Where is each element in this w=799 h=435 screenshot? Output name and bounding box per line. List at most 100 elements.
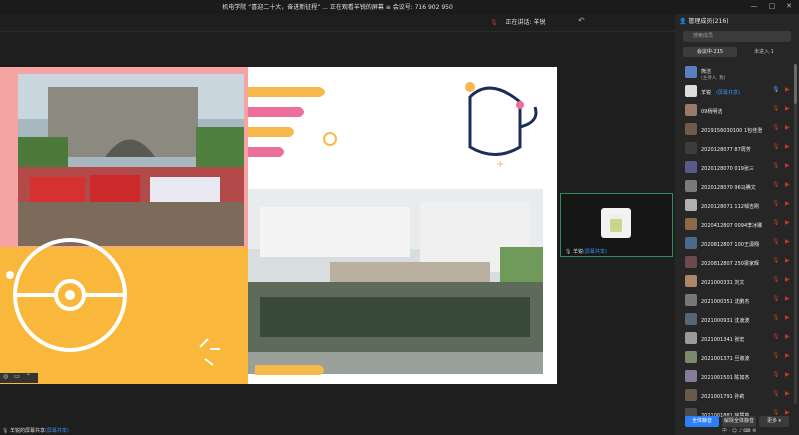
member-row[interactable]: 2021000931 沈凌波 🎙 ▶ [675,310,799,329]
mic-muted-icon[interactable]: 🎙 [772,143,780,150]
close-button[interactable]: ✕ [782,1,796,12]
member-row[interactable]: 2020812807 250梁家辉 🎙 ▶ [675,253,799,272]
shared-slide-graphic: + [0,67,557,384]
member-row[interactable]: 2020128077 87周芳 🎙 ▶ [675,139,799,158]
panel-title: 管理成员(216) [688,18,729,25]
avatar [685,142,697,154]
member-name: 2021001341 张宏 [701,337,745,343]
member-row[interactable]: 2020128070 96马腾文 🎙 ▶ [675,177,799,196]
input-method-bar: 中 · ☺ ♪ ⌨ ⚙ [722,428,757,434]
member-row[interactable]: 2020128070 019张三 🎙 ▶ [675,158,799,177]
shared-screen: + [0,67,557,384]
member-role: (主持人, 我) [701,76,726,81]
tab-in-meeting[interactable]: 会议中·215 [683,47,737,57]
member-tag: (屏幕共享) [716,90,740,96]
member-row[interactable]: 09杨明洁 🎙 ▶ [675,101,799,120]
video-off-icon[interactable]: ▶ [785,143,790,150]
video-off-icon[interactable]: ▶ [785,352,790,359]
mic-muted-icon[interactable]: 🎙 [772,390,780,397]
more-button[interactable]: 更多 ▾ [759,416,789,427]
member-row[interactable]: 2021000331 刘文 🎙 ▶ [675,272,799,291]
member-row[interactable]: 2020812807 100王潇翔 🎙 ▶ [675,234,799,253]
avatar [685,237,697,249]
mic-icon: 🎙 [565,249,572,255]
mic-muted-icon[interactable]: 🎙 [772,86,780,93]
video-off-icon[interactable]: ▶ [785,124,790,131]
scrollbar[interactable] [794,64,797,404]
video-off-icon[interactable]: ▶ [785,238,790,245]
mic-muted-icon[interactable]: 🎙 [772,333,780,340]
video-off-icon[interactable]: ▶ [785,314,790,321]
avatar [685,104,697,116]
mic-muted-icon[interactable]: 🎙 [772,295,780,302]
member-row[interactable]: 熊洁 (主持人, 我) [675,63,799,82]
member-name: 2020128070 96马腾文 [701,185,756,191]
members-panel: 👤 管理成员(216) 搜索成员 会议中·215 未进入·1 熊洁 (主持人, 我… [675,14,799,435]
video-off-icon[interactable]: ▶ [785,181,790,188]
mic-muted-icon[interactable]: 🎙 [772,124,780,131]
minimize-button[interactable]: — [747,1,761,12]
scrollbar-thumb[interactable] [794,64,797,104]
video-off-icon[interactable]: ▶ [785,295,790,302]
member-row[interactable]: 2020128071 112邹吉刚 🎙 ▶ [675,196,799,215]
member-name: 2020812807 100王潇翔 [701,242,759,248]
mic-muted-icon[interactable]: 🎙 [772,352,780,359]
avatar [685,275,697,287]
video-off-icon[interactable]: ▶ [785,219,790,226]
video-off-icon[interactable]: ▶ [785,86,790,93]
mic-muted-icon[interactable]: 🎙 [772,257,780,264]
mic-muted-icon[interactable]: 🎙 [772,181,780,188]
avatar [685,313,697,325]
share-toolbar-icon-3[interactable]: ⌃ [26,373,31,380]
member-name: 2020128070 019张三 [701,166,754,172]
video-tile[interactable]: 🎙 羊锐(屏幕共享) [560,193,673,257]
share-toolbar-icon-2[interactable]: ▭ [14,373,20,380]
mic-muted-icon[interactable]: 🎙 [772,200,780,207]
video-off-icon[interactable]: ▶ [785,276,790,283]
mic-muted-icon[interactable]: 🎙 [772,238,780,245]
mic-muted-icon: 🎙 [490,19,498,26]
video-off-icon[interactable]: ▶ [785,333,790,340]
undo-icon[interactable]: ↶ [578,16,585,25]
avatar [685,218,697,230]
mic-muted-icon[interactable]: 🎙 [772,409,780,416]
member-row[interactable]: 2021001371 旦淑波 🎙 ▶ [675,348,799,367]
video-off-icon[interactable]: ▶ [785,409,790,416]
window-title: 机电学院 “喜迎二十大，奋进新征程” ... 正在观看羊锐的屏幕 ≡ 会议号: … [222,4,453,11]
tab-not-joined[interactable]: 未进入·1 [737,47,791,57]
member-name: 2019156030100 1包佳澄 [701,128,763,134]
mic-muted-icon[interactable]: 🎙 [772,105,780,112]
mic-muted-icon[interactable]: 🎙 [772,219,780,226]
avatar [685,294,697,306]
avatar [685,370,697,382]
share-toolbar-icon-1[interactable]: ◎ [3,373,8,380]
member-name: 2021000931 沈凌波 [701,318,750,324]
member-name: 2021001791 孙莉 [701,394,745,400]
video-off-icon[interactable]: ▶ [785,200,790,207]
video-off-icon[interactable]: ▶ [785,257,790,264]
member-row[interactable]: 2021001501 陈如杰 🎙 ▶ [675,367,799,386]
video-off-icon[interactable]: ▶ [785,105,790,112]
member-row[interactable]: 2021000351 沈鹏杰 🎙 ▶ [675,291,799,310]
member-name: 2020128077 87周芳 [701,147,751,153]
video-tile-name: 羊锐 [572,249,583,255]
mic-muted-icon[interactable]: 🎙 [772,276,780,283]
member-row[interactable]: 2020412807 0094李冰娜 🎙 ▶ [675,215,799,234]
mic-muted-icon[interactable]: 🎙 [772,162,780,169]
maximize-button[interactable]: □ [765,1,779,12]
member-row[interactable]: 羊锐 (屏幕共享) 🎙 ▶ [675,82,799,101]
member-row[interactable]: 2021001791 孙莉 🎙 ▶ [675,386,799,405]
search-input[interactable]: 搜索成员 [683,31,791,42]
mute-all-button[interactable]: 全体静音 [685,416,719,427]
video-off-icon[interactable]: ▶ [785,390,790,397]
member-row[interactable]: 2021001341 张宏 🎙 ▶ [675,329,799,348]
video-tile-label: 🎙 羊锐(屏幕共享) [565,248,607,255]
mic-muted-icon[interactable]: 🎙 [772,371,780,378]
members-tabs: 会议中·215 未进入·1 [683,47,791,57]
mic-muted-icon[interactable]: 🎙 [772,314,780,321]
video-off-icon[interactable]: ▶ [785,371,790,378]
unmute-all-button[interactable]: 解除全体静音 [722,416,756,427]
status-text: 羊锐的屏幕共享 [9,428,45,434]
video-off-icon[interactable]: ▶ [785,162,790,169]
member-row[interactable]: 2019156030100 1包佳澄 🎙 ▶ [675,120,799,139]
